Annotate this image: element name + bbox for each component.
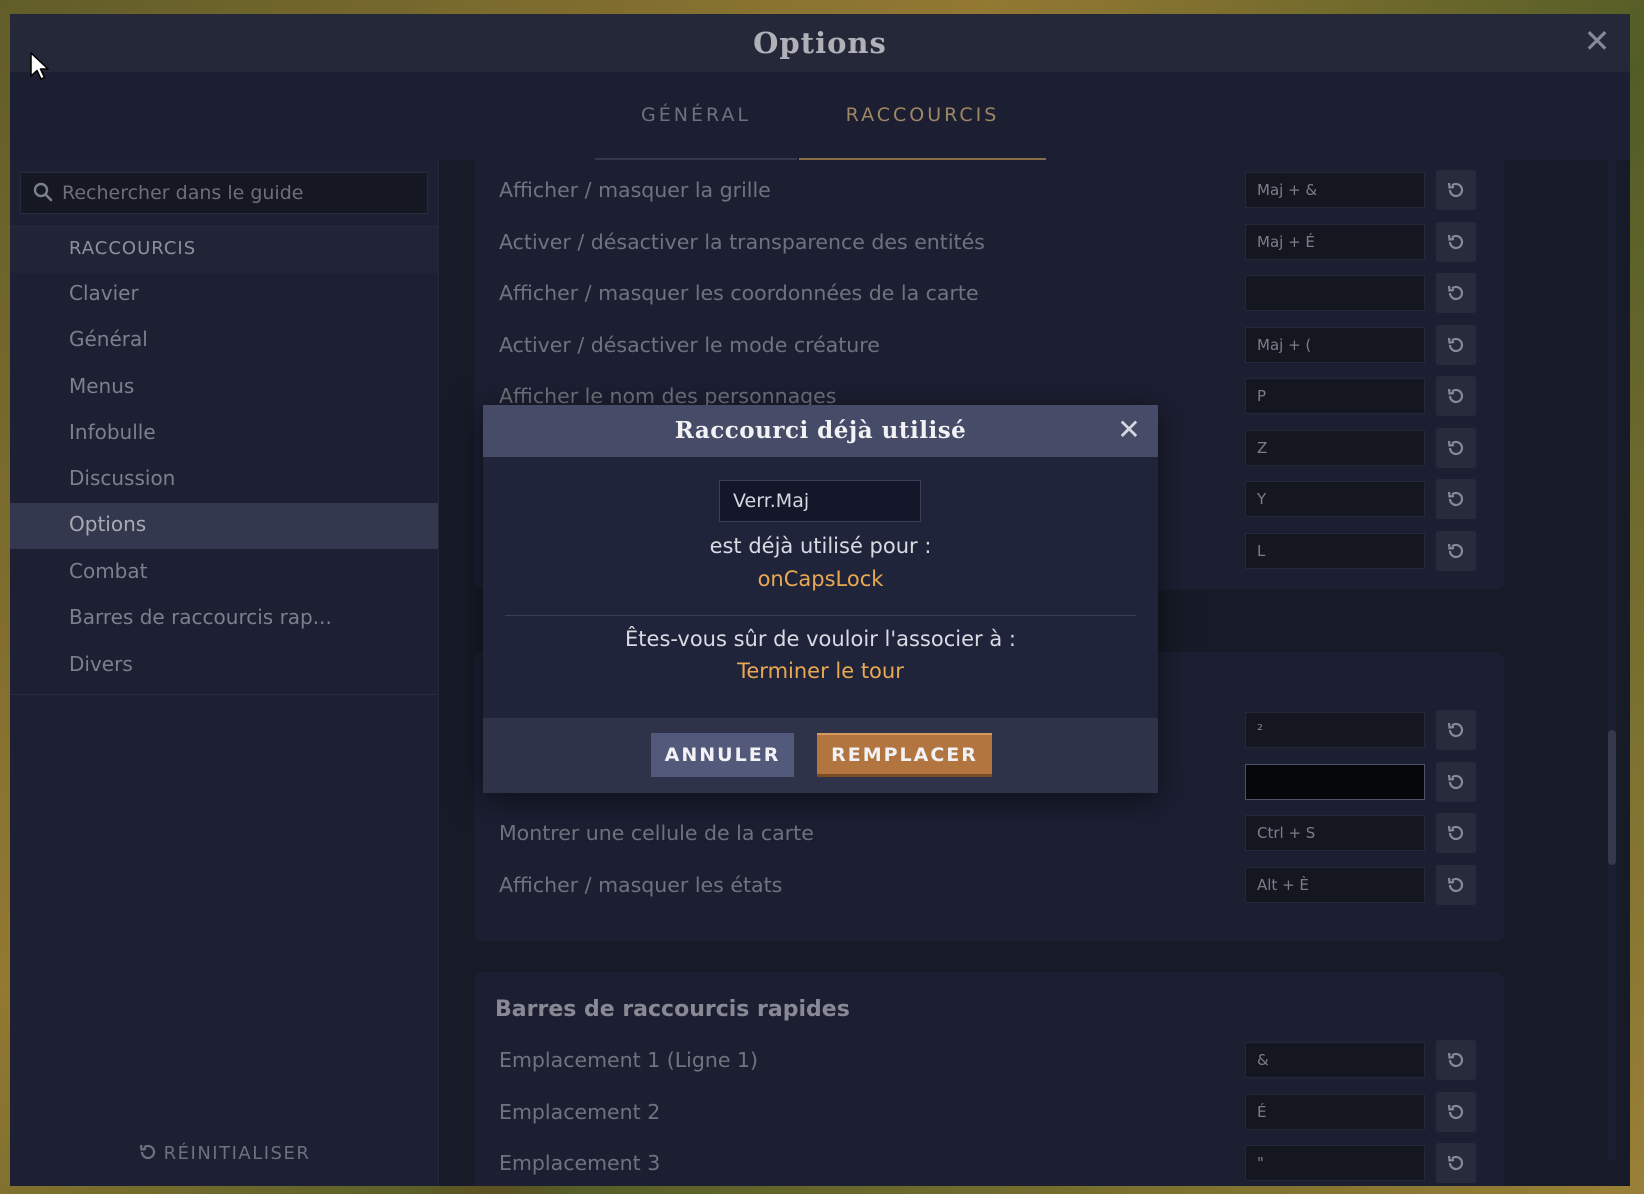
cancel-button[interactable]: ANNULER: [651, 733, 794, 777]
mouse-cursor-icon: [30, 52, 49, 80]
target-action: Terminer le tour: [737, 659, 904, 683]
dialog-divider: [505, 615, 1136, 616]
dialog-header: Raccourci déjà utilisé ✕: [483, 405, 1158, 457]
confirm-text: Êtes-vous sûr de vouloir l'associer à :: [625, 627, 1016, 651]
dialog-title: Raccourci déjà utilisé: [674, 417, 967, 444]
replace-button[interactable]: REMPLACER: [817, 733, 992, 777]
conflict-dialog: Raccourci déjà utilisé ✕ Verr.Maj est dé…: [483, 405, 1158, 793]
used-for-action: onCapsLock: [757, 567, 884, 591]
conflicting-key: Verr.Maj: [719, 480, 921, 522]
close-icon[interactable]: ✕: [1116, 416, 1142, 444]
used-for-text: est déjà utilisé pour :: [709, 534, 932, 558]
dialog-footer: ANNULER REMPLACER: [483, 718, 1158, 793]
